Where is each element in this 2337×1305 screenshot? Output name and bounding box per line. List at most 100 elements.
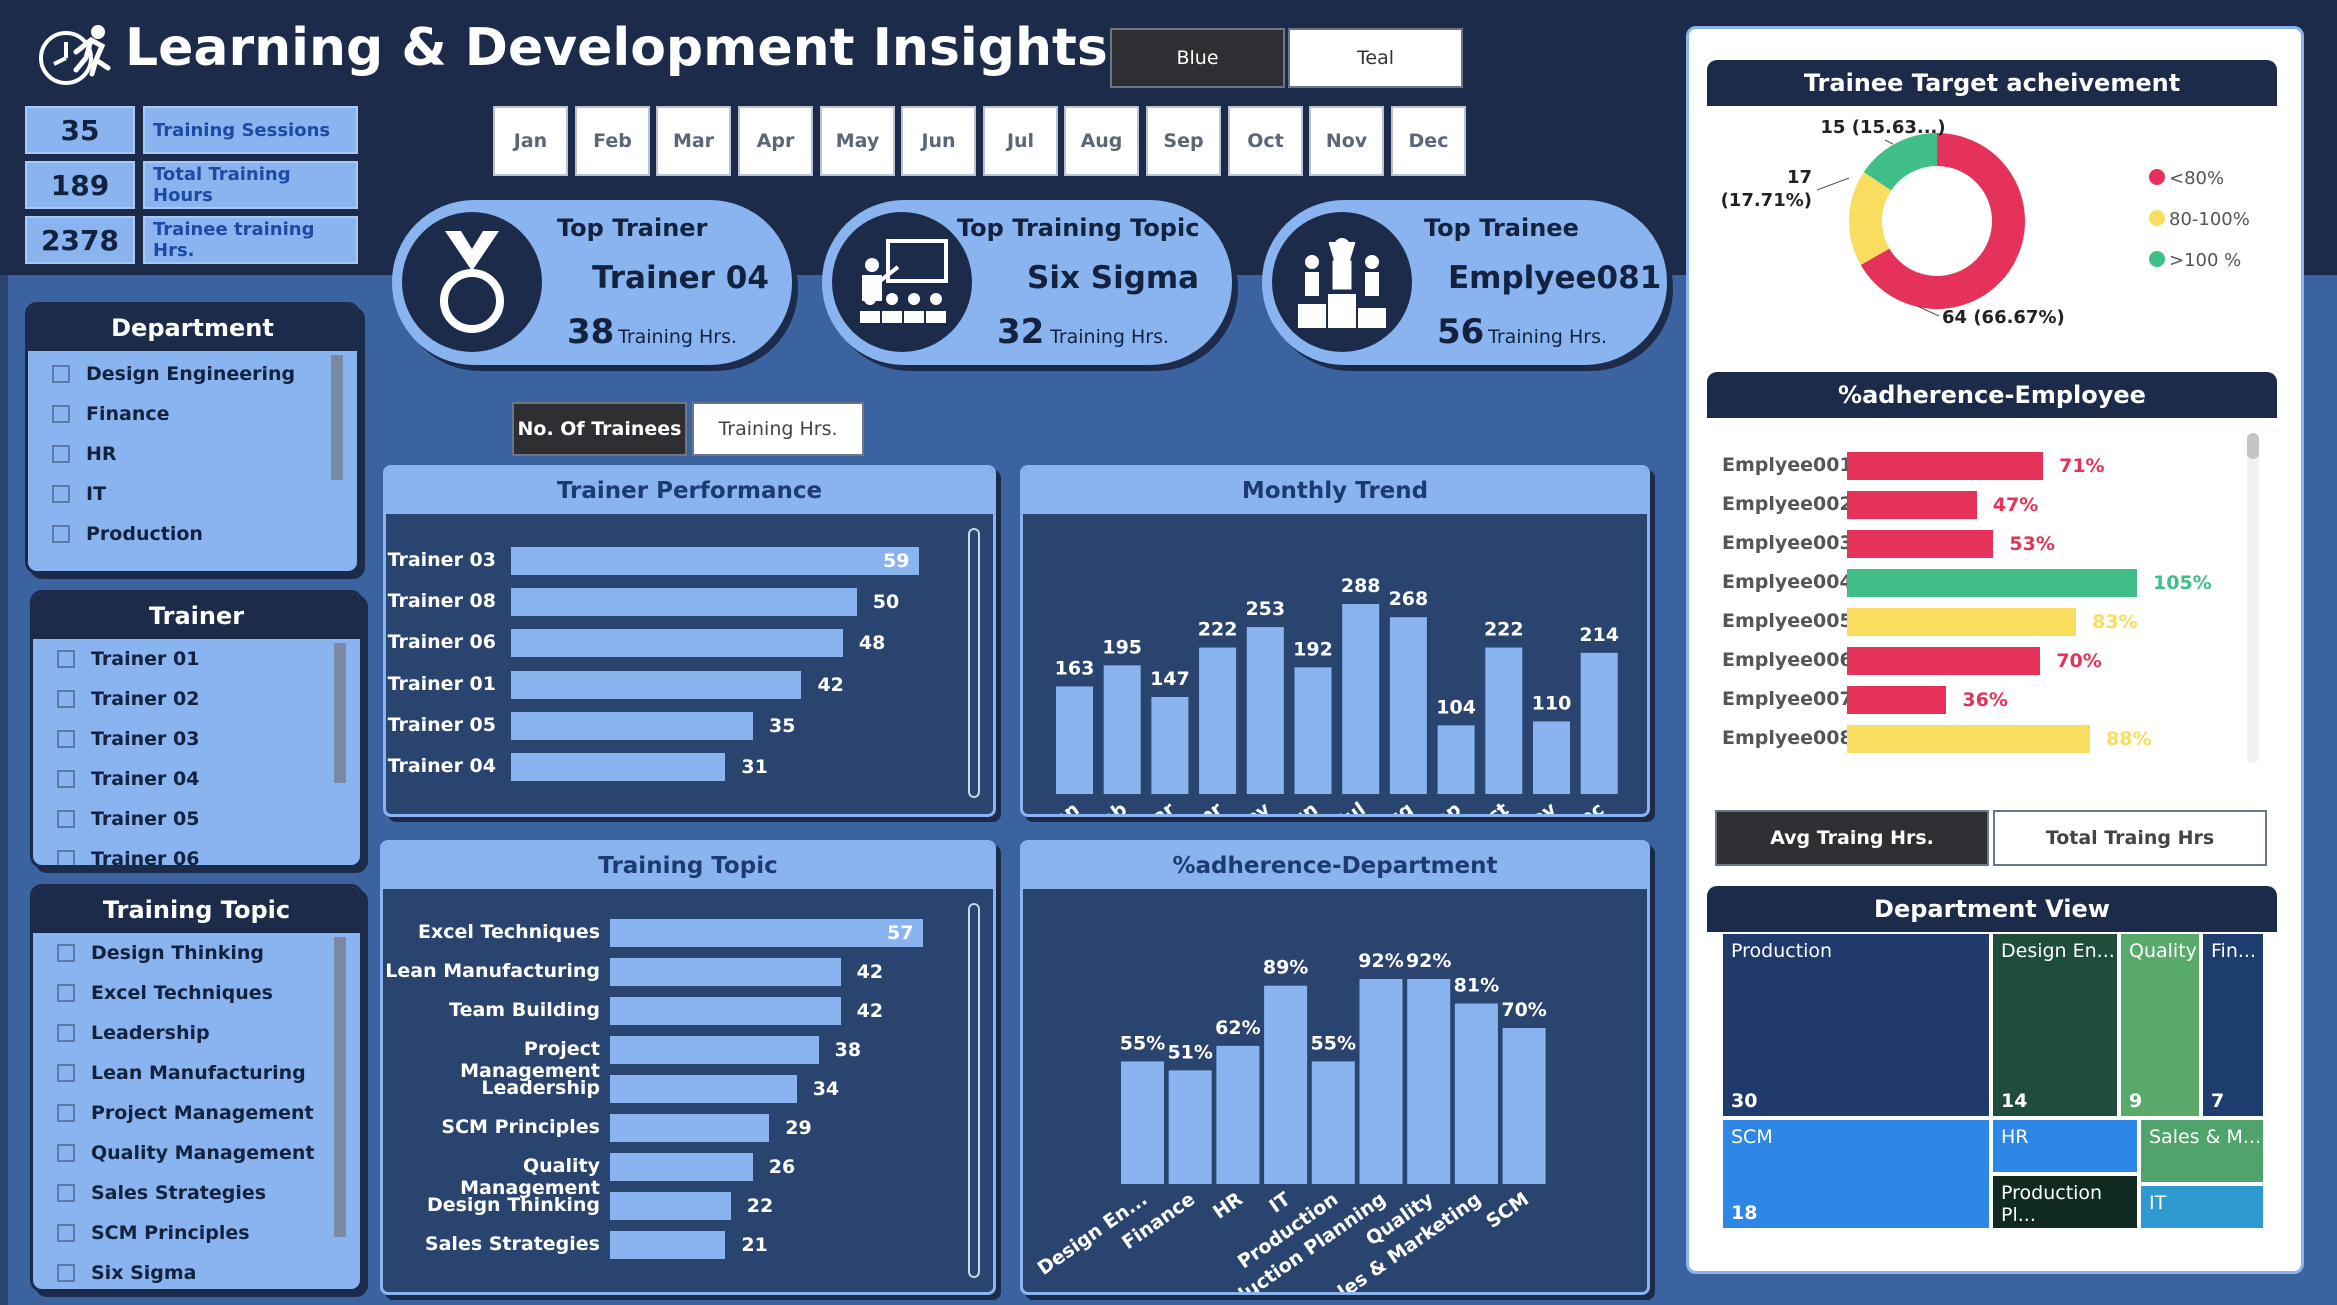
- checkbox[interactable]: [52, 525, 70, 543]
- slicer-item-quality-management[interactable]: Quality Management: [57, 1142, 314, 1164]
- checkbox[interactable]: [57, 1064, 75, 1082]
- bar-label: Quality Management: [460, 1155, 600, 1199]
- treemap-cell[interactable]: HR: [1991, 1118, 2139, 1174]
- scrollbar[interactable]: [331, 355, 343, 480]
- checkbox[interactable]: [57, 944, 75, 962]
- checkbox[interactable]: [57, 730, 75, 748]
- kpi-hours-label: Total Training Hours: [143, 161, 358, 209]
- toggle-avg-training-hrs[interactable]: Avg Traing Hrs.: [1715, 810, 1989, 866]
- checkbox[interactable]: [57, 1224, 75, 1242]
- checkbox[interactable]: [52, 485, 70, 503]
- scrollbar[interactable]: [334, 937, 346, 1237]
- bar: [1580, 652, 1618, 794]
- month-button-sep[interactable]: Sep: [1146, 106, 1221, 176]
- scrollbar[interactable]: [2247, 433, 2259, 763]
- top-topic-card: Top Training Topic Six Sigma 32 Training…: [822, 200, 1232, 365]
- bar-value: 38: [834, 1039, 862, 1061]
- checkbox[interactable]: [57, 1104, 75, 1122]
- slicer-item-lean-manufacturing[interactable]: Lean Manufacturing: [57, 1062, 306, 1084]
- legend-marker: [2149, 169, 2165, 185]
- treemap-cell[interactable]: SCM 18: [1721, 1118, 1991, 1230]
- treemap-cell[interactable]: Quality 9: [2119, 932, 2201, 1118]
- month-button-dec[interactable]: Dec: [1391, 106, 1466, 176]
- treemap-cell[interactable]: Fin... 7: [2201, 932, 2265, 1118]
- slicer-item-trainer-02[interactable]: Trainer 02: [57, 688, 199, 710]
- tick-label: Jul: [1333, 798, 1369, 814]
- slicer-item-hr[interactable]: HR: [52, 443, 117, 465]
- month-button-nov[interactable]: Nov: [1309, 106, 1384, 176]
- treemap-cell[interactable]: Production Pl...: [1991, 1174, 2139, 1230]
- theme-teal-button[interactable]: Teal: [1288, 28, 1463, 88]
- checkbox[interactable]: [57, 810, 75, 828]
- treemap-cell[interactable]: Production 30: [1721, 932, 1991, 1118]
- slicer-item-trainer-01[interactable]: Trainer 01: [57, 648, 199, 670]
- checkbox[interactable]: [57, 984, 75, 1002]
- treemap-cell[interactable]: Sales & M...: [2139, 1118, 2265, 1184]
- slicer-item-finance[interactable]: Finance: [52, 403, 170, 425]
- treemap-label: HR: [2001, 1126, 2029, 1148]
- treemap-label: IT: [2149, 1192, 2167, 1214]
- treemap-label: Sales & M...: [2149, 1126, 2261, 1148]
- checkbox[interactable]: [52, 365, 70, 383]
- month-button-feb[interactable]: Feb: [575, 106, 650, 176]
- department-view-title: Department View: [1707, 886, 2277, 932]
- month-button-oct[interactable]: Oct: [1228, 106, 1303, 176]
- scrollbar[interactable]: [968, 903, 980, 1278]
- bar: [1847, 725, 2091, 753]
- month-button-jun[interactable]: Jun: [901, 106, 976, 176]
- checkbox[interactable]: [57, 1024, 75, 1042]
- scrollbar[interactable]: [968, 528, 980, 798]
- data-label: 214: [1579, 624, 1619, 646]
- month-button-aug[interactable]: Aug: [1064, 106, 1139, 176]
- toggle-no-of-trainees[interactable]: No. Of Trainees: [512, 402, 687, 456]
- checkbox[interactable]: [57, 1264, 75, 1282]
- scrollbar-thumb[interactable]: [2247, 433, 2259, 459]
- toggle-training-hrs[interactable]: Training Hrs.: [692, 402, 864, 456]
- slicer-item-project-management[interactable]: Project Management: [57, 1102, 314, 1124]
- month-button-mar[interactable]: Mar: [656, 106, 731, 176]
- bar: [1502, 1028, 1546, 1184]
- slicer-item-six-sigma[interactable]: Six Sigma: [57, 1262, 196, 1284]
- slicer-item-scm-principles[interactable]: SCM Principles: [57, 1222, 250, 1244]
- theme-blue-button[interactable]: Blue: [1110, 28, 1285, 88]
- checkbox[interactable]: [57, 1144, 75, 1162]
- checkbox[interactable]: [52, 445, 70, 463]
- bar-label: Emplyee007: [1722, 688, 1853, 710]
- month-button-jul[interactable]: Jul: [983, 106, 1058, 176]
- bar-value: 29: [785, 1117, 812, 1139]
- slicer-item-it[interactable]: IT: [52, 483, 106, 505]
- checkbox[interactable]: [57, 1184, 75, 1202]
- data-label: (17.71%): [1721, 190, 1812, 211]
- bar-label: Emplyee001: [1722, 454, 1853, 476]
- slicer-item-leadership[interactable]: Leadership: [57, 1022, 210, 1044]
- month-button-jan[interactable]: Jan: [493, 106, 568, 176]
- slicer-item-label: Design Engineering: [86, 363, 296, 385]
- slicer-item-design-engineering[interactable]: Design Engineering: [52, 363, 295, 385]
- bar-value: 42: [817, 673, 844, 696]
- panel-title: Trainer Performance: [386, 468, 993, 514]
- checkbox[interactable]: [57, 770, 75, 788]
- month-button-apr[interactable]: Apr: [738, 106, 813, 176]
- checkbox[interactable]: [57, 650, 75, 668]
- slicer-item-trainer-05[interactable]: Trainer 05: [57, 808, 199, 830]
- slicer-item-trainer-04[interactable]: Trainer 04: [57, 768, 199, 790]
- slicer-item-trainer-06[interactable]: Trainer 06: [57, 848, 199, 865]
- checkbox[interactable]: [57, 690, 75, 708]
- bar: [610, 1114, 770, 1142]
- slicer-item-production[interactable]: Production: [52, 523, 203, 545]
- treemap-cell[interactable]: IT: [2139, 1184, 2265, 1230]
- data-label: 64 (66.67%): [1942, 307, 2065, 328]
- scrollbar[interactable]: [334, 643, 346, 783]
- toggle-total-training-hrs[interactable]: Total Traing Hrs: [1993, 810, 2267, 866]
- slicer-item-excel-techniques[interactable]: Excel Techniques: [57, 982, 273, 1004]
- kpi-trainee-label: Trainee training Hrs.: [143, 216, 358, 264]
- month-button-may[interactable]: May: [820, 106, 895, 176]
- tick-label: Oct: [1470, 798, 1513, 814]
- treemap-cell[interactable]: Design En... 14: [1991, 932, 2119, 1118]
- slicer-item-trainer-03[interactable]: Trainer 03: [57, 728, 199, 750]
- slicer-item-design-thinking[interactable]: Design Thinking: [57, 942, 264, 964]
- checkbox[interactable]: [52, 405, 70, 423]
- slicer-item-sales-strategies[interactable]: Sales Strategies: [57, 1182, 266, 1204]
- checkbox[interactable]: [57, 850, 75, 865]
- bar-value: 88%: [2106, 728, 2152, 750]
